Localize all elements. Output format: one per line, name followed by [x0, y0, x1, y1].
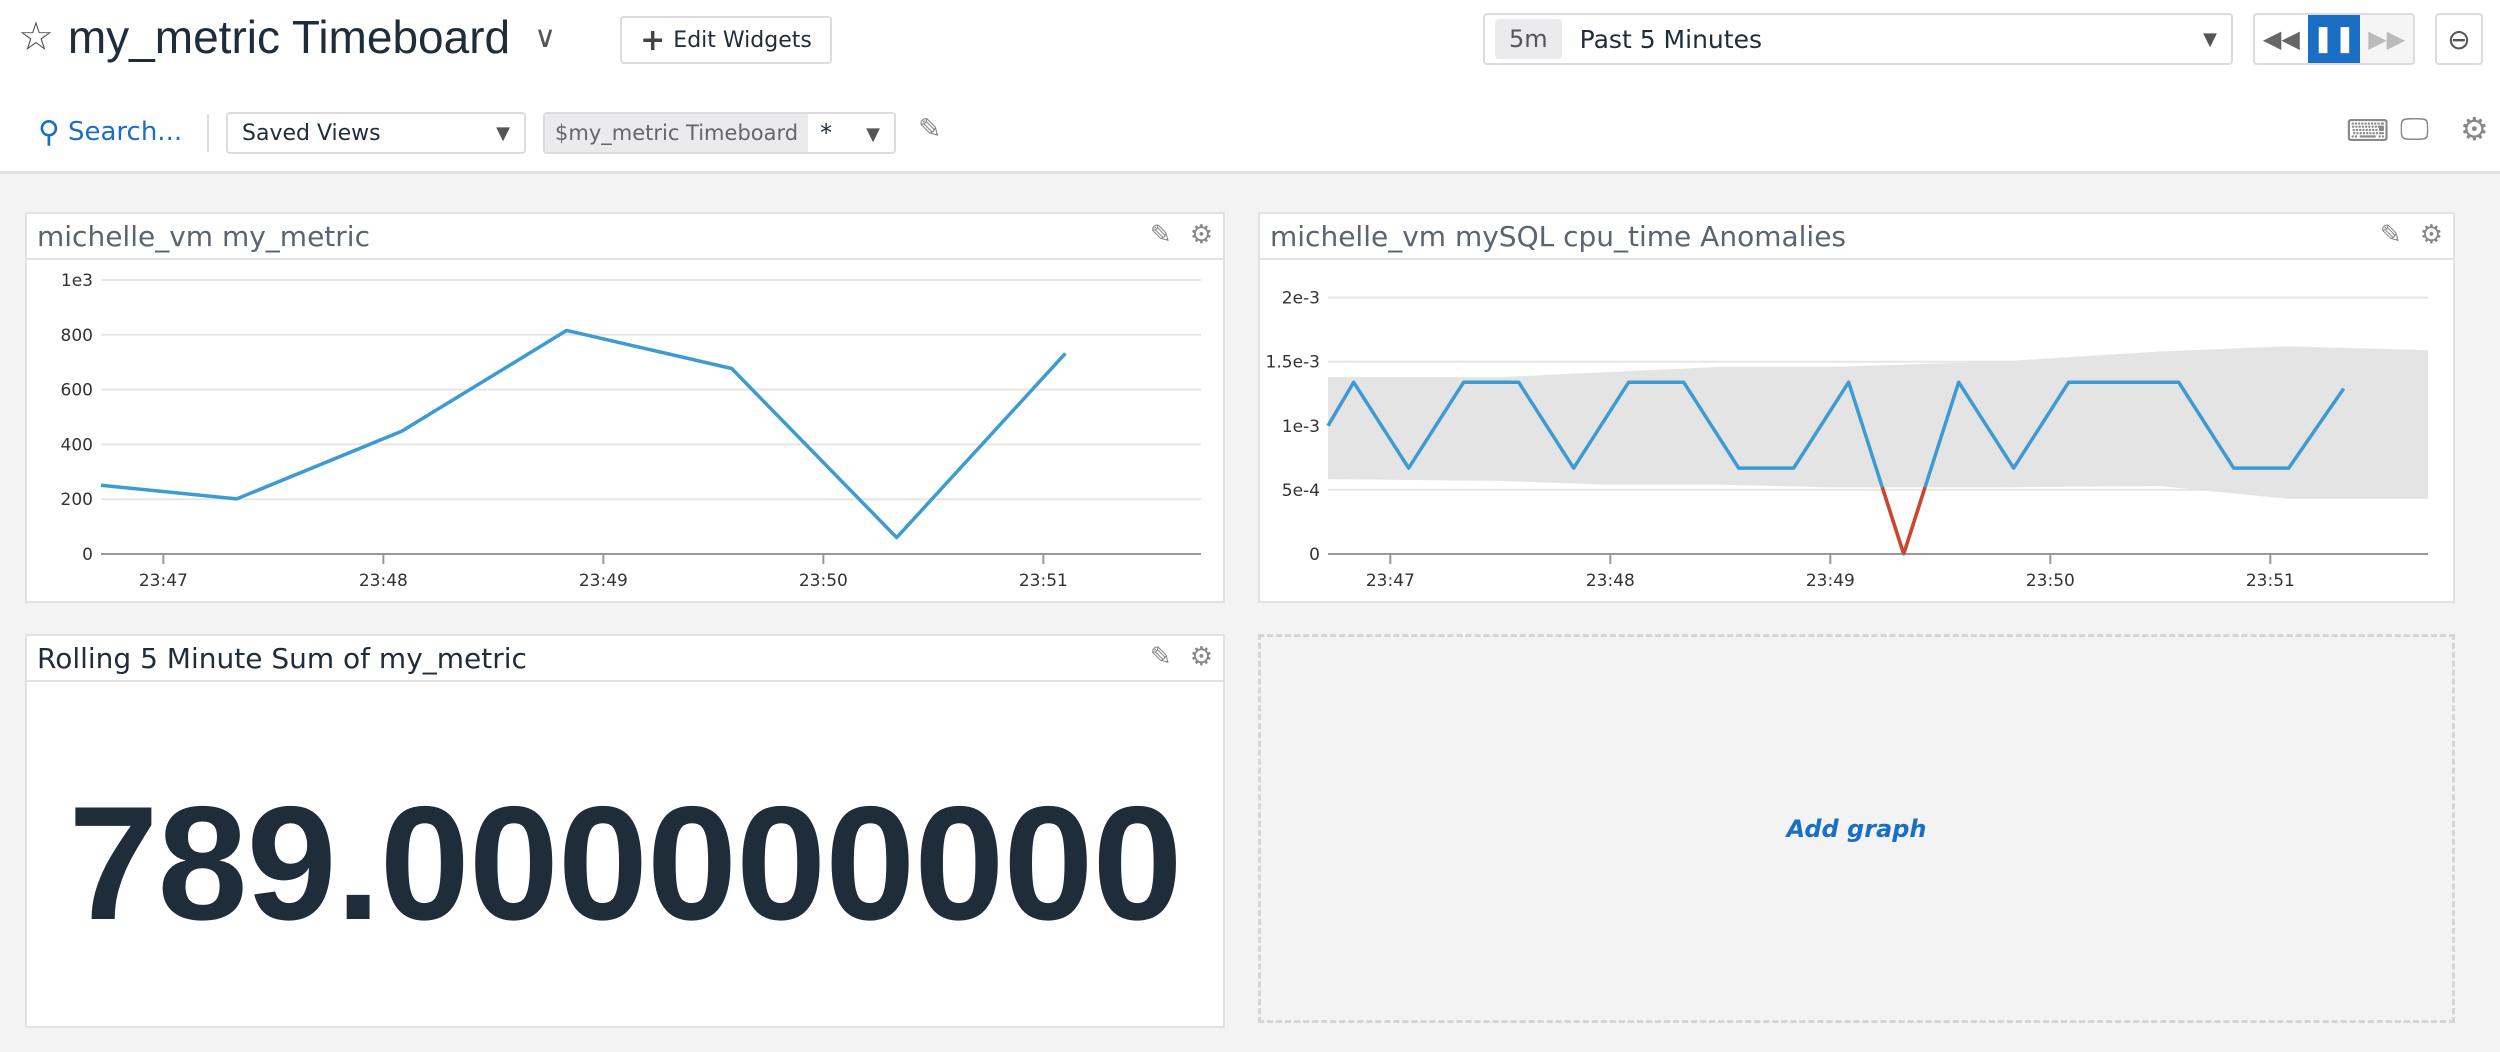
widget-cpu-anomalies: michelle_vm mySQL cpu_time Anomalies ✎ ⚙ …	[1258, 212, 2455, 603]
x-tick-label: 23:51	[1019, 571, 1068, 591]
x-tick-label: 23:51	[2246, 571, 2295, 591]
time-range-label: Past 5 Minutes	[1579, 24, 1762, 54]
search-button[interactable]: ⚲ Search...	[38, 112, 182, 152]
anomaly-chart[interactable]: 0 5e-4 1e-3 1.5e-3 2e-3 23:47 23:48 23:49 23:50 2…	[1260, 214, 2453, 601]
y-tick-label: 200	[61, 490, 93, 510]
anomaly-segment	[1902, 486, 1927, 555]
monitor-icon[interactable]: 🖵	[2400, 112, 2429, 147]
y-tick-label: 600	[61, 381, 93, 401]
x-tick-label: 23:48	[359, 571, 408, 591]
star-icon[interactable]: ☆	[18, 14, 54, 60]
add-graph-link[interactable]: Add graph	[1786, 815, 1926, 843]
x-tick-label: 23:47	[1366, 571, 1415, 591]
y-tick-label: 2e-3	[1282, 289, 1320, 309]
saved-views-label: Saved Views	[242, 120, 381, 146]
y-tick-label: 0	[1309, 545, 1320, 565]
dashboard-title: my_metric Timeboard	[67, 11, 511, 63]
rewind-icon[interactable]: ◀◀	[2255, 15, 2308, 63]
y-tick-label: 400	[61, 435, 93, 455]
dashboard-title-bar: ☆ my_metric Timeboard ∨	[18, 10, 556, 64]
anomaly-segment	[1880, 486, 1906, 555]
add-graph-placeholder[interactable]: Add graph	[1258, 634, 2455, 1023]
widget-rolling-sum: Rolling 5 Minute Sum of my_metric ✎ ⚙ 789…	[25, 634, 1225, 1028]
query-value: 789.000000000	[68, 773, 1182, 954]
gear-icon[interactable]: ⚙	[2460, 110, 2489, 148]
zoom-out-icon[interactable]: ⊖	[2435, 13, 2483, 65]
x-tick-label: 23:50	[2026, 571, 2075, 591]
gear-icon[interactable]: ⚙	[1190, 642, 1213, 672]
search-icon: ⚲	[38, 114, 60, 150]
keyboard-icon[interactable]: ⌨	[2346, 114, 2389, 149]
y-tick-label: 1e3	[61, 271, 93, 291]
y-tick-label: 0	[82, 545, 93, 565]
search-label: Search...	[67, 117, 183, 147]
caret-down-icon: ▼	[866, 124, 880, 145]
widget-header: Rolling 5 Minute Sum of my_metric ✎ ⚙	[27, 636, 1223, 682]
divider	[207, 114, 209, 152]
caret-down-icon: ▼	[496, 122, 510, 144]
x-tick-label: 23:50	[799, 571, 848, 591]
caret-down-icon: ▼	[2203, 28, 2217, 50]
fast-forward-icon[interactable]: ▶▶	[2360, 15, 2413, 63]
y-tick-label: 1e-3	[1282, 417, 1320, 437]
pencil-icon[interactable]: ✎	[1150, 642, 1172, 672]
y-tick-label: 1.5e-3	[1266, 353, 1320, 373]
template-variable-value[interactable]: *	[808, 114, 844, 152]
time-range-select[interactable]: 5m Past 5 Minutes ▼	[1483, 13, 2233, 65]
widget-my-metric: michelle_vm my_metric ✎ ⚙ 0 200 400 600 800 1e…	[25, 212, 1225, 603]
template-variable[interactable]: $my_metric Timeboard * ▼	[543, 112, 896, 154]
dashboard-header: ☆ my_metric Timeboard ∨ + Edit Widgets 5…	[0, 0, 2500, 174]
y-tick-label: 800	[61, 326, 93, 346]
plus-icon: +	[640, 22, 666, 58]
template-variable-name: $my_metric Timeboard	[545, 114, 809, 152]
saved-views-select[interactable]: Saved Views ▼	[226, 112, 526, 154]
series-line	[100, 328, 1067, 540]
edit-widgets-button[interactable]: + Edit Widgets	[620, 16, 832, 64]
chevron-down-icon[interactable]: ∨	[534, 20, 556, 55]
widget-title: Rolling 5 Minute Sum of my_metric	[37, 641, 527, 675]
pause-icon[interactable]: ❚❚	[2307, 15, 2361, 63]
y-tick-label: 5e-4	[1282, 481, 1320, 501]
edit-widgets-label: Edit Widgets	[673, 27, 812, 53]
x-tick-label: 23:49	[1806, 571, 1855, 591]
x-tick-label: 23:48	[1586, 571, 1635, 591]
x-tick-label: 23:49	[579, 571, 628, 591]
time-badge: 5m	[1495, 19, 1562, 59]
timeseries-chart[interactable]: 0 200 400 600 800 1e3 23:47 23:48 23:49 23:50 23:5…	[27, 214, 1223, 601]
playback-controls: ◀◀ ❚❚ ▶▶	[2253, 13, 2415, 65]
x-tick-label: 23:47	[139, 571, 188, 591]
pencil-icon[interactable]: ✎	[918, 112, 941, 145]
